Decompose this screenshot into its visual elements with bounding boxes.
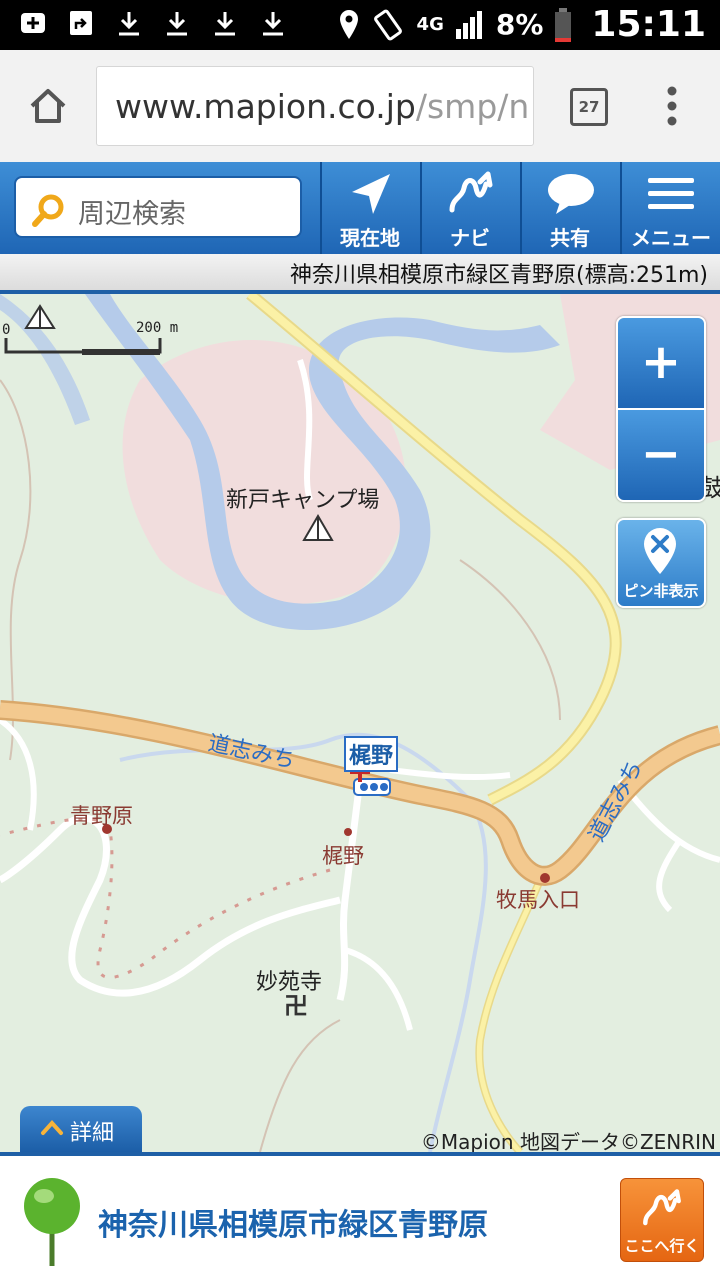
place-label-aonohara: 青野原 [70, 804, 133, 828]
network-type: 4G [416, 14, 444, 35]
map-minor-road [336, 779, 364, 1001]
detail-label: 詳細 [70, 1121, 115, 1146]
vibrate-icon [373, 9, 402, 40]
route-icon [643, 1189, 681, 1226]
tab-switcher-button[interactable]: 27 [570, 88, 608, 126]
navi-button[interactable]: ナビ [420, 162, 518, 254]
map-secondary-road [475, 878, 544, 1152]
location-icon [339, 9, 358, 39]
hide-pin-label: ピン非表示 [623, 582, 699, 600]
search-icon [32, 194, 64, 227]
arrow-location-icon [352, 174, 390, 214]
place-label-kajino: 梶野 [322, 844, 364, 868]
download-icon [162, 8, 192, 38]
system-status: 4G 8% 15:11 [337, 4, 706, 45]
route-icon [449, 171, 493, 213]
notification-icons [18, 8, 288, 38]
url-host: www.mapion.co.jp [115, 87, 416, 126]
map-canvas[interactable]: 卍 0 200 m 新戸キャンプ場 道志みち 道志みち 梶野 青野原 梶野 牧馬… [0, 294, 720, 1152]
map-point [344, 828, 352, 836]
map-minor-road [344, 947, 413, 1031]
menu-button[interactable]: メニュー [620, 162, 720, 254]
temple-icon: 卍 [284, 992, 308, 1020]
bus-stop-marker [380, 783, 388, 791]
zoom-control: + − [616, 316, 706, 502]
home-button[interactable] [26, 84, 70, 128]
hamburger-icon [648, 178, 694, 209]
battery-percent: 8% [495, 8, 544, 41]
map-point [540, 873, 550, 883]
clock: 15:11 [591, 4, 706, 45]
download-icon [210, 8, 240, 38]
bus-stop-marker [370, 783, 378, 791]
chevron-up-icon [41, 1120, 63, 1135]
browser-menu-button[interactable] [665, 86, 679, 126]
zoom-out-button[interactable]: − [618, 408, 704, 500]
address-text: 神奈川県相模原市緑区青野原(標高:251m) [289, 263, 708, 288]
home-icon [30, 89, 66, 123]
camp-label: 新戸キャンプ場 [226, 488, 380, 513]
status-bar: 4G 8% 15:11 [0, 0, 720, 50]
bus-stop-marker [360, 783, 368, 791]
go-here-button[interactable]: ここへ行く [620, 1178, 704, 1262]
download-icon [258, 8, 288, 38]
scale-zero: 0 [2, 322, 11, 338]
pin-off-icon [644, 528, 676, 574]
map-minor-road [656, 838, 683, 913]
menu-label: メニュー [631, 226, 711, 250]
hide-pin-button[interactable]: ピン非表示 [616, 518, 706, 608]
url-path: /smp/n [415, 87, 530, 126]
share-label: 共有 [550, 226, 590, 250]
zoom-in-button[interactable]: + [618, 318, 704, 408]
add-notification-icon [18, 8, 48, 38]
temple-label: 妙苑寺 [256, 970, 323, 995]
nearby-search-input[interactable]: 周辺検索 [14, 176, 302, 238]
map-toolbar: 周辺検索 現在地 ナビ 共有 メニュー [0, 162, 720, 254]
browser-toolbar: www.mapion.co.jp/smp/n 27 [0, 50, 720, 163]
map-minor-road [0, 717, 37, 831]
speech-bubble-icon [548, 174, 594, 214]
more-vertical-icon [667, 86, 677, 126]
map-copyright: ©Mapion 地図データ©ZENRIN [420, 1130, 716, 1152]
map-contour [259, 1019, 341, 1152]
search-placeholder: 周辺検索 [78, 199, 186, 230]
detail-tab[interactable]: 詳細 [20, 1106, 142, 1152]
place-name: 神奈川県相模原市緑区青野原 [98, 1208, 488, 1243]
place-label-bokuba: 牧馬入口 [496, 888, 580, 912]
current-location-button[interactable]: 現在地 [320, 162, 418, 254]
directions-notification-icon [66, 8, 96, 38]
download-icon [114, 8, 144, 38]
map-minor-road [389, 767, 511, 781]
scale-distance: 200 m [136, 320, 179, 336]
map-contour [459, 559, 561, 721]
share-button[interactable]: 共有 [520, 162, 618, 254]
location-panel: 神奈川県相模原市緑区青野原 ここへ行く [0, 1152, 720, 1280]
signal-icon [455, 10, 482, 39]
navi-label: ナビ [450, 226, 490, 250]
map-camp-icon [24, 304, 56, 329]
url-field[interactable]: www.mapion.co.jp/smp/n [96, 66, 534, 146]
green-pin-icon [24, 1178, 80, 1266]
address-bar: 神奈川県相模原市緑区青野原(標高:251m) [0, 254, 720, 294]
go-here-label: ここへ行く [624, 1237, 700, 1255]
current-location-label: 現在地 [340, 226, 400, 250]
bus-stop-label[interactable]: 梶野 [344, 736, 399, 772]
battery-icon [555, 7, 572, 42]
map-drawing: 卍 [0, 294, 720, 1152]
